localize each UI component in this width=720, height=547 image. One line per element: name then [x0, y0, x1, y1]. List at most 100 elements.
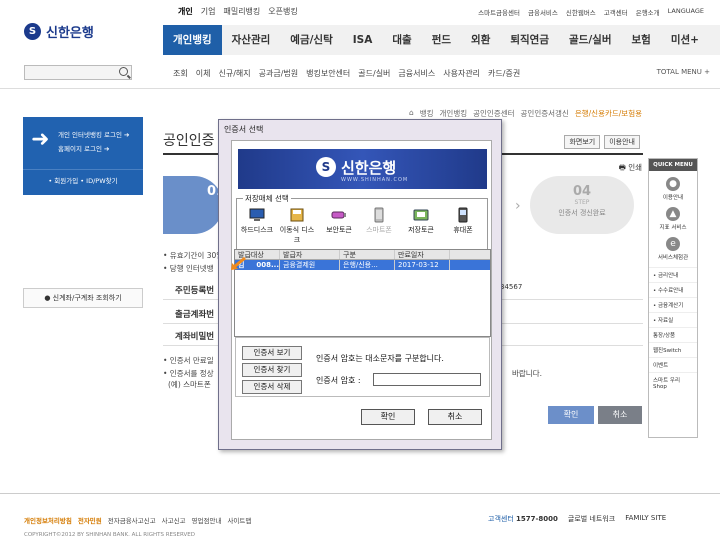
note-text: (예) 스마트폰 [168, 380, 211, 389]
certificate-password-input[interactable] [373, 373, 481, 386]
mainnav-gold[interactable]: 골드/실버 [559, 25, 621, 55]
certificate-select-dialog: 인증서 선택 S 신한은행 WWW.SHINHAN.COM 저장매체 선택 하드… [218, 119, 502, 450]
quick-link[interactable]: • 금융계산기 [649, 297, 697, 312]
quick-link[interactable]: • 금리안내 [649, 267, 697, 282]
page-cancel-button[interactable]: 취소 [598, 406, 642, 424]
quick-menu: QUICK MENU ● 이용안내 ▲ 지표 서비스 e 서비스체험관 • 금리안내 … [648, 158, 698, 438]
usage-guide-button[interactable]: 이용안내 [604, 135, 640, 149]
copyright: COPYRIGHT©2012 BY SHINHAN BANK. ALL RIGH… [24, 532, 195, 538]
media-hard-disk[interactable]: 하드디스크 [239, 207, 275, 235]
column-type[interactable]: 구분 [340, 250, 395, 259]
subnav-gold[interactable]: 골드/실버 [358, 68, 390, 79]
topnav-open[interactable]: 오픈뱅킹 [268, 6, 297, 17]
footer-link[interactable]: 사고신고 [162, 515, 186, 525]
media-storage-token[interactable]: 저장토큰 [403, 207, 439, 235]
subnav-bills[interactable]: 공과금/법원 [259, 68, 299, 79]
subnav-security[interactable]: 뱅킹보안센터 [306, 68, 350, 79]
footer-link[interactable]: 사이트맵 [227, 515, 251, 525]
media-mobile-phone[interactable]: 휴대폰 [445, 207, 481, 235]
media-smartphone[interactable]: 스마트폰 [361, 207, 397, 235]
breadcrumb-item[interactable]: 뱅킹 [420, 108, 434, 119]
media-removable-disk[interactable]: 이동식 디스크 [279, 207, 315, 245]
find-certificate-button[interactable]: 인증서 찾기 [242, 363, 302, 377]
quick-link[interactable]: 통장/상품 [649, 327, 697, 342]
breadcrumb-item[interactable]: 공인인증센터 [473, 108, 514, 119]
certificate-list[interactable]: 발급대상 발급자 구분 만료일자 김 008... 금융결제원 은행/신용... … [234, 249, 491, 337]
footer-divider [0, 493, 720, 494]
subnav-fin-service[interactable]: 금융서비스 [398, 68, 435, 79]
account-inquiry-button[interactable]: ● 신계좌/구계좌 조회하기 [23, 288, 143, 308]
certificate-row[interactable]: 김 008... 금융결제원 은행/신용... 2017-03-12 [235, 260, 490, 270]
util-webbus[interactable]: 신한웹버스 [566, 7, 596, 17]
media-security-token[interactable]: 보안토큰 [321, 207, 357, 235]
footer-link[interactable]: 영업점안내 [192, 515, 222, 525]
mainnav-pension[interactable]: 퇴직연금 [500, 25, 559, 55]
subnav-transfer[interactable]: 이체 [196, 68, 211, 79]
media-label: 휴대폰 [453, 226, 473, 234]
search-icon[interactable] [119, 67, 128, 76]
global-network-link[interactable]: 글로벌 네트워크 [568, 514, 615, 524]
header-divider [0, 88, 720, 89]
person-icon: ● [666, 177, 680, 191]
dialog-cancel-button[interactable]: 취소 [428, 409, 482, 425]
dialog-banner: S 신한은행 WWW.SHINHAN.COM [238, 149, 487, 189]
search-input[interactable] [24, 65, 132, 80]
page-confirm-button[interactable]: 확인 [548, 406, 594, 424]
quick-link[interactable]: • 자료실 [649, 312, 697, 327]
mainnav-deposit[interactable]: 예금/신탁 [280, 25, 342, 55]
topnav-corporate[interactable]: 기업 [201, 6, 216, 17]
view-certificate-button[interactable]: 인증서 보기 [242, 346, 302, 360]
cell-type: 은행/신용... [340, 260, 395, 270]
mainnav-personal-banking[interactable]: 개인뱅킹 [163, 25, 222, 55]
breadcrumb-current: 은행/신용카드/보험용 [574, 109, 642, 118]
breadcrumb-home-icon[interactable]: ⌂ [409, 108, 414, 119]
subnav-card[interactable]: 카드/증권 [488, 68, 520, 79]
homepage-login-link[interactable]: 홈페이지 로그인 ➔ [58, 143, 109, 153]
view-screen-button[interactable]: 화면보기 [564, 135, 601, 149]
quick-link[interactable]: 스마트 우리 Shop [649, 372, 697, 393]
total-menu-button[interactable]: TOTAL MENU + [657, 68, 710, 76]
util-customer-center[interactable]: 고객센터 [604, 7, 628, 17]
quick-index-service[interactable]: ▲ 지표 서비스 [649, 207, 697, 231]
quick-link[interactable]: • 수수료안내 [649, 282, 697, 297]
quick-link[interactable]: 웹진Switch [649, 342, 697, 357]
quick-link[interactable]: 이벤트 [649, 357, 697, 372]
column-expiry[interactable]: 만료일자 [395, 250, 450, 259]
internet-banking-login-link[interactable]: 개인 인터넷뱅킹 로그인 ➔ [58, 129, 129, 139]
mainnav-loan[interactable]: 대출 [382, 25, 421, 55]
quick-experience[interactable]: e 서비스체험관 [649, 237, 697, 261]
column-issuer[interactable]: 발급자 [280, 250, 340, 259]
mainnav-isa[interactable]: ISA [343, 25, 383, 55]
join-find-links[interactable]: • 회원가입 • ID/PW찾기 [23, 169, 143, 185]
mainnav-fund[interactable]: 펀드 [422, 25, 461, 55]
topnav-personal[interactable]: 개인 [178, 6, 193, 17]
footer-link[interactable]: 전자금융사고신고 [108, 515, 156, 525]
print-button[interactable]: 🖶 인쇄 [619, 162, 642, 175]
mainnav-mission[interactable]: 미션+ [661, 25, 709, 55]
breadcrumb-item[interactable]: 개인뱅킹 [440, 108, 468, 119]
util-smart-center[interactable]: 스마트금융센터 [478, 7, 520, 17]
cell-target-code: 008... [256, 261, 279, 269]
family-site-select[interactable]: FAMILY SITE [625, 514, 666, 524]
mainnav-asset[interactable]: 자산관리 [222, 25, 281, 55]
subnav-user-mgmt[interactable]: 사용자관리 [443, 68, 480, 79]
util-language[interactable]: LANGUAGE [668, 7, 704, 17]
quick-item-label: 지표 서비스 [659, 225, 687, 231]
delete-certificate-button[interactable]: 인증서 삭제 [242, 380, 302, 394]
subnav-inquiry[interactable]: 조회 [173, 68, 188, 79]
footer-privacy-link[interactable]: 개인정보처리방침 [24, 515, 72, 525]
util-financial-service[interactable]: 금융서비스 [528, 7, 558, 17]
footer-complaint-link[interactable]: 전자민원 [78, 515, 102, 525]
topnav-family[interactable]: 패밀리뱅킹 [223, 6, 260, 17]
logo[interactable]: S 신한은행 [24, 22, 94, 41]
password-label: 인증서 암호 : [316, 376, 361, 385]
breadcrumb-item[interactable]: 공인인증서갱신 [521, 108, 569, 119]
dialog-ok-button[interactable]: 확인 [361, 409, 415, 425]
mainnav-fx[interactable]: 외환 [461, 25, 500, 55]
step-1: 01 [163, 176, 225, 234]
mainnav-insurance[interactable]: 보험 [621, 25, 660, 55]
util-bank-intro[interactable]: 은행소개 [636, 7, 660, 17]
quick-usage-guide[interactable]: ● 이용안내 [649, 177, 697, 201]
quick-item-label: 서비스체험관 [657, 255, 689, 261]
subnav-new[interactable]: 신규/해지 [218, 68, 250, 79]
